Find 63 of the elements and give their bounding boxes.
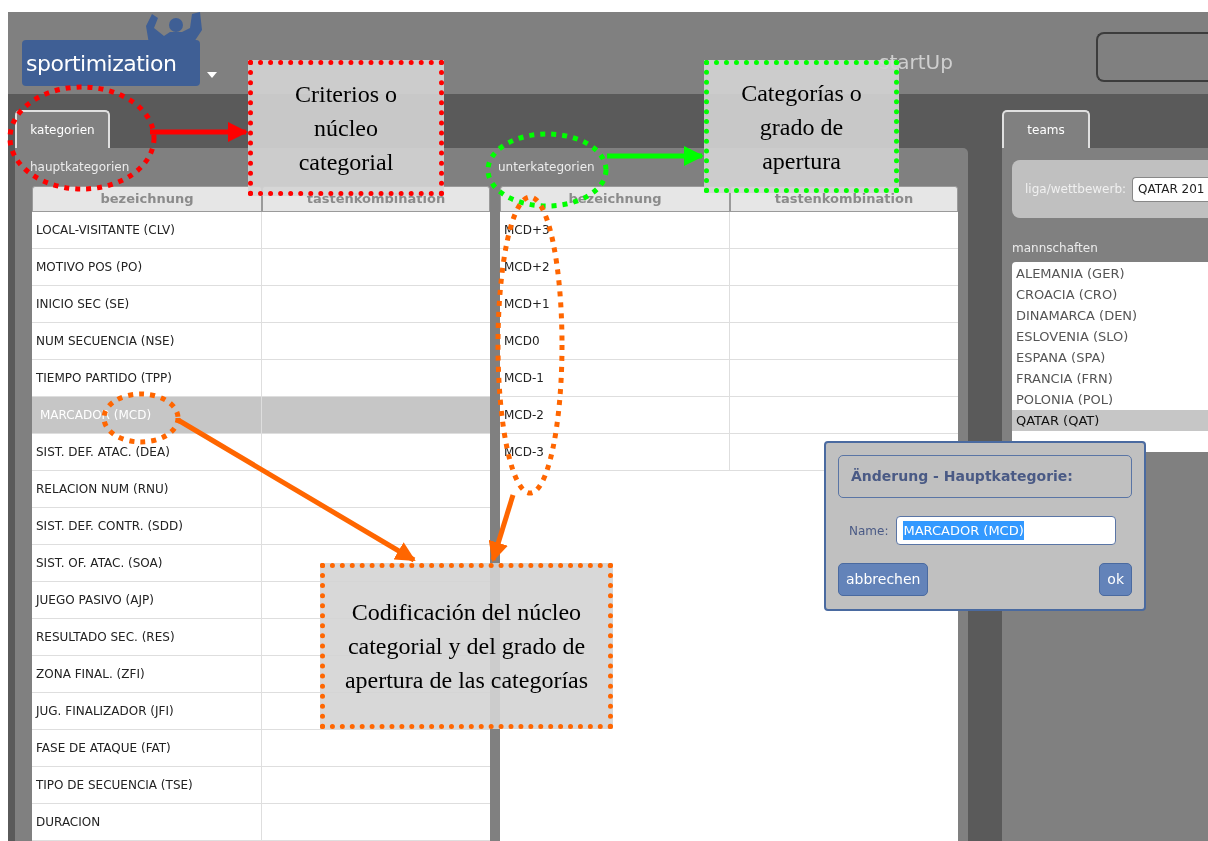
caret-icon[interactable] xyxy=(207,72,217,78)
list-item[interactable]: CROACIA (CRO) xyxy=(1012,284,1208,305)
table-row[interactable]: NUM SECUENCIA (NSE) xyxy=(32,323,490,360)
table-row[interactable]: MCD+2 xyxy=(500,249,958,286)
table-cell-text: MCD+2 xyxy=(504,259,550,276)
table-cell-text: SIST. DEF. CONTR. (SDD) xyxy=(36,518,183,535)
section-label: hauptkategorien xyxy=(30,159,130,176)
table-cell-text: DURACION xyxy=(36,814,101,831)
field-value: MARCADOR (MCD) xyxy=(903,520,1024,541)
annotation-tooltip: Codificación del núcleo categorial y del grado de apertura de las categorías xyxy=(320,563,613,729)
table-row[interactable]: MCD+1 xyxy=(500,286,958,323)
table-row[interactable]: DURACION xyxy=(32,804,490,841)
list-item[interactable]: ESLOVENIA (SLO) xyxy=(1012,326,1208,347)
cancel-button[interactable]: abbrechen xyxy=(838,563,929,596)
section-label: mannschaften xyxy=(1012,240,1099,257)
table-row[interactable]: INICIO SEC (SE) xyxy=(32,286,490,323)
table-cell-text: MARCADOR (MCD) xyxy=(39,407,152,424)
table-row[interactable]: RELACION NUM (RNU) xyxy=(32,471,490,508)
table-cell-text: MCD-1 xyxy=(504,370,544,387)
table-cell-text: LOCAL-VISITANTE (CLV) xyxy=(36,222,175,239)
table-cell-text: ZONA FINAL. (ZFI) xyxy=(36,666,145,683)
table-row[interactable]: TIPO DE SECUENCIA (TSE) xyxy=(32,767,490,804)
table-row[interactable]: SIST. DEF. CONTR. (SDD) xyxy=(32,508,490,545)
table-cell-text: MCD0 xyxy=(504,333,540,350)
table-cell-text: SIST. OF. ATAC. (SOA) xyxy=(36,555,163,572)
list-item[interactable]: FRANCIA (FRN) xyxy=(1012,368,1208,389)
table-row[interactable]: SIST. DEF. ATAC. (DEA) xyxy=(32,434,490,471)
table-cell-text: RESULTADO SEC. (RES) xyxy=(36,629,175,646)
section-label: unterkategorien xyxy=(498,159,595,176)
table-cell-text: MCD+1 xyxy=(504,296,550,313)
table-cell-text: RELACION NUM (RNU) xyxy=(36,481,169,498)
table-row[interactable]: FASE DE ATAQUE (FAT) xyxy=(32,730,490,767)
ok-button[interactable]: ok xyxy=(1099,563,1132,596)
table-row[interactable]: MCD-2 xyxy=(500,397,958,434)
list-item[interactable]: POLONIA (POL) xyxy=(1012,389,1208,410)
table-cell-text: TIEMPO PARTIDO (TPP) xyxy=(36,370,172,387)
field-label: Name: xyxy=(849,522,889,540)
table-row[interactable]: TIEMPO PARTIDO (TPP) xyxy=(32,360,490,397)
tab[interactable]: kategorien xyxy=(15,110,110,148)
list-item[interactable]: QATAR (QAT) xyxy=(1012,410,1208,431)
list-item[interactable]: ESPANA (SPA) xyxy=(1012,347,1208,368)
table-cell-text: INICIO SEC (SE) xyxy=(36,296,130,313)
table-cell-text: JUG. FINALIZADOR (JFI) xyxy=(36,703,174,720)
dialog-title: Änderung - Hauptkategorie: xyxy=(838,455,1132,498)
list-item[interactable]: ALEMANIA (GER) xyxy=(1012,263,1208,284)
logo[interactable]: sportimization xyxy=(22,40,200,86)
tab[interactable]: teams xyxy=(1002,110,1090,148)
table-cell-text: NUM SECUENCIA (NSE) xyxy=(36,333,175,350)
annotation-arrow xyxy=(488,494,516,562)
table-row[interactable]: MCD0 xyxy=(500,323,958,360)
table-cell-text: MOTIVO POS (PO) xyxy=(36,259,143,276)
table-cell-text: SIST. DEF. ATAC. (DEA) xyxy=(36,444,170,461)
annotation-tooltip: Criterios o núcleo categorial xyxy=(248,60,444,196)
table-row[interactable]: MOTIVO POS (PO) xyxy=(32,249,490,286)
table-row[interactable]: MCD-1 xyxy=(500,360,958,397)
table-cell-text: JUEGO PASIVO (AJP) xyxy=(36,592,154,609)
league-select[interactable]: QATAR 201 xyxy=(1132,176,1208,202)
table-cell-text: MCD-3 xyxy=(504,444,544,461)
list-item[interactable]: DINAMARCA (DEN) xyxy=(1012,305,1208,326)
table-cell-text: FASE DE ATAQUE (FAT) xyxy=(36,740,171,757)
table-cell-text: TIPO DE SECUENCIA (TSE) xyxy=(36,777,193,794)
table-row[interactable]: LOCAL-VISITANTE (CLV) xyxy=(32,212,490,249)
table-cell-text: MCD-2 xyxy=(504,407,544,424)
